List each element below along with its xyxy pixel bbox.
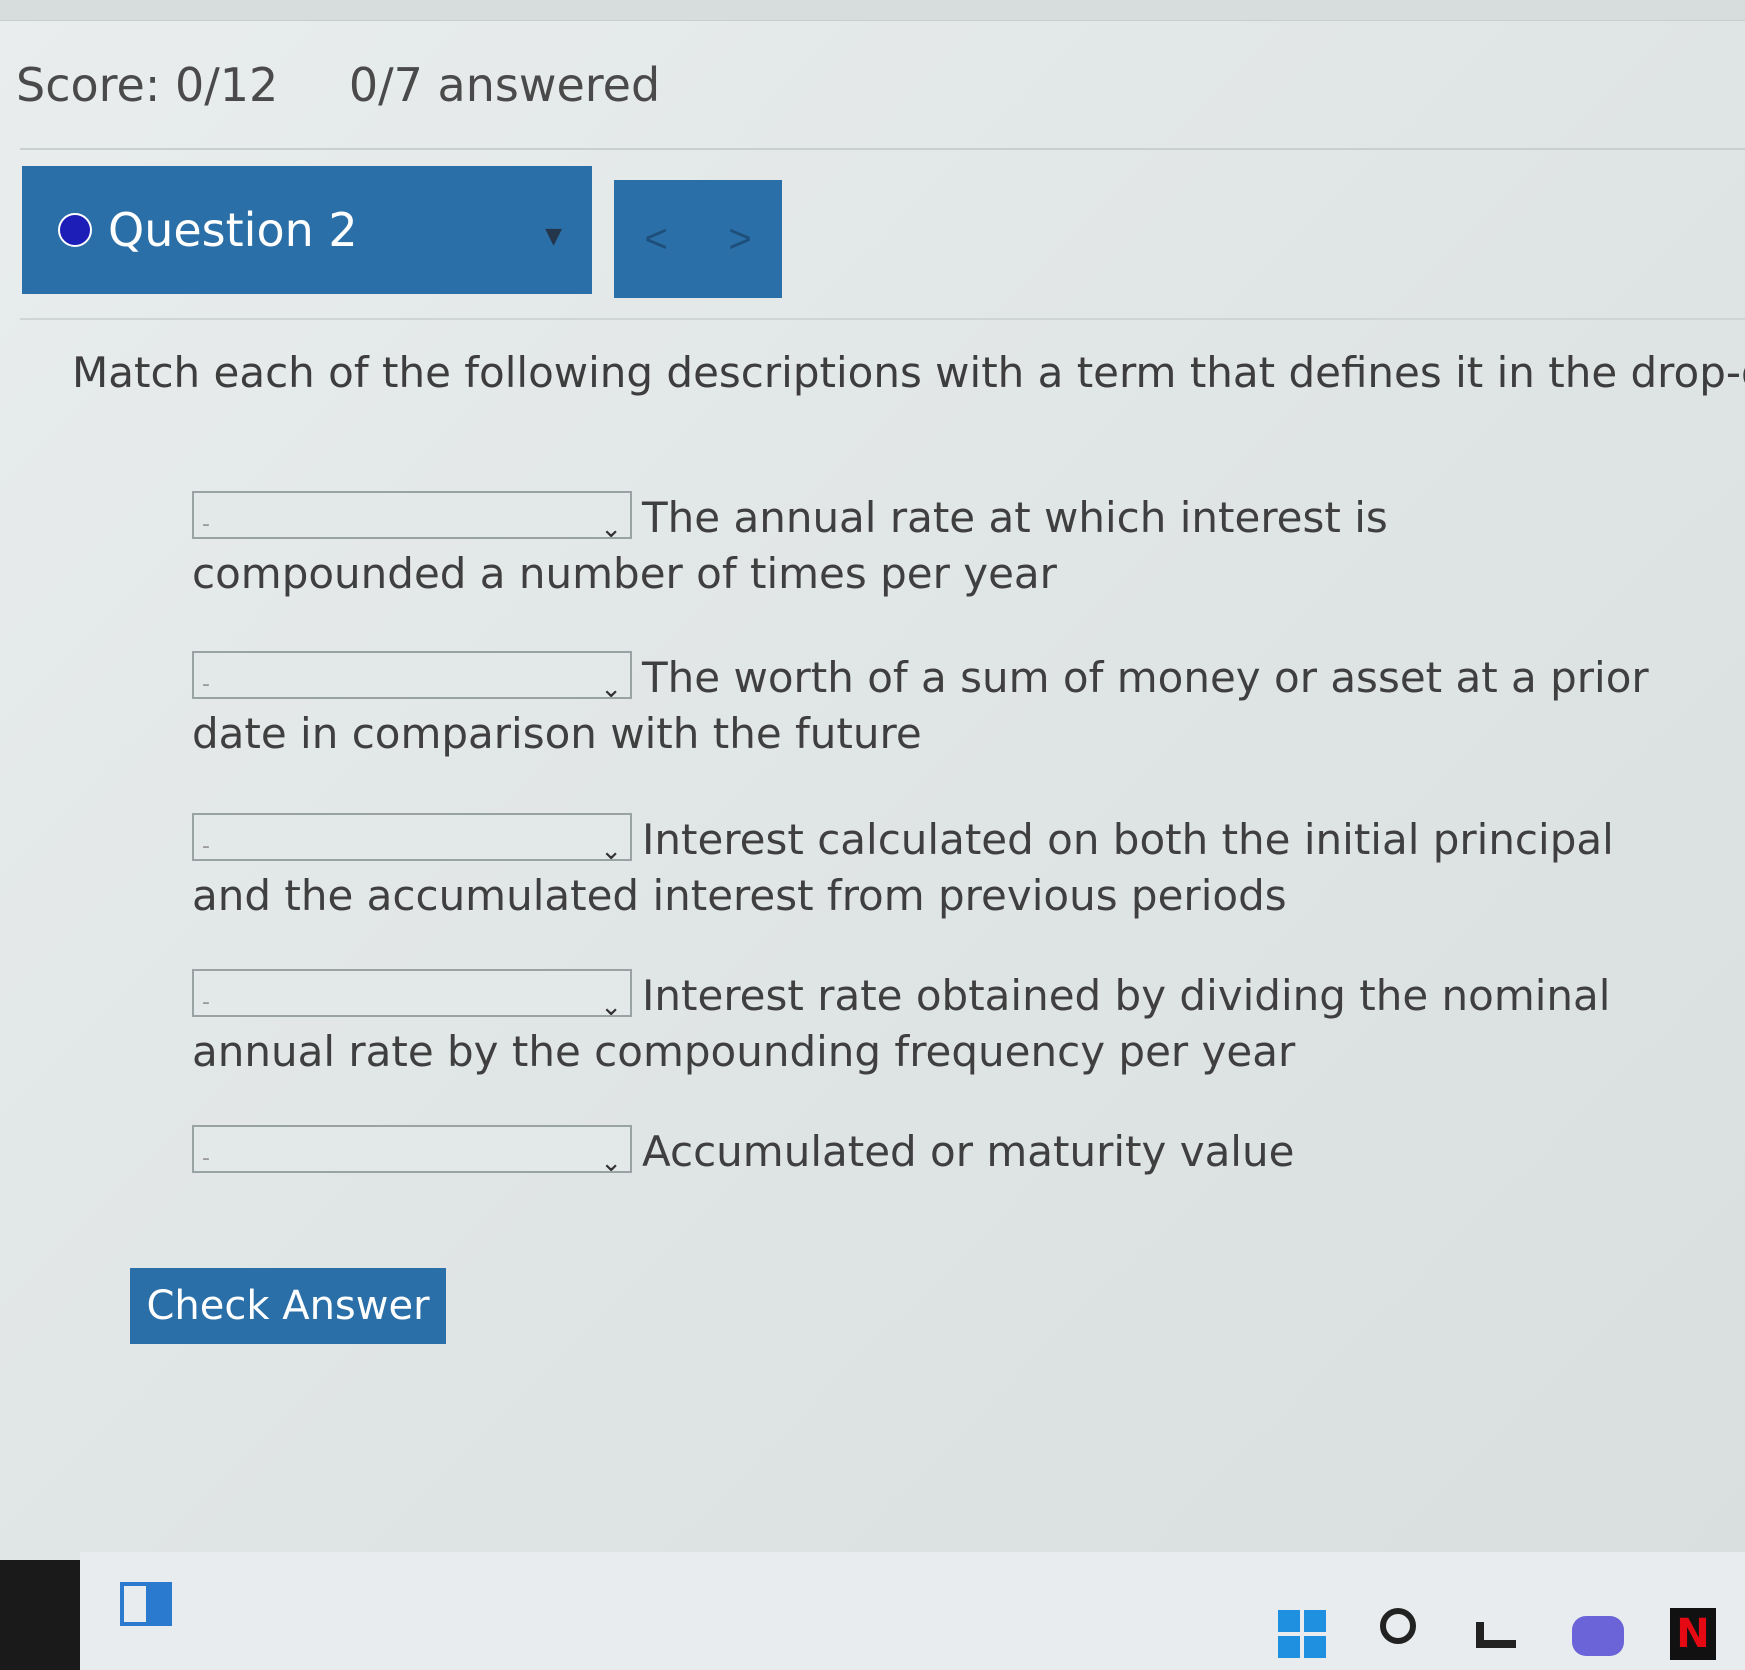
widgets-icon[interactable] [120,1582,172,1626]
taskbar: N [80,1552,1745,1670]
prev-question-button[interactable]: < [638,216,673,263]
term-dropdown-3[interactable]: - ⌄ [192,812,632,866]
question-title: Question 2 [108,203,358,257]
chevron-down-icon: ⌄ [600,513,622,544]
chat-icon[interactable] [1572,1616,1624,1656]
check-answer-button[interactable]: Check Answer [130,1268,446,1344]
description-text: Accumulated or maturity value [642,1127,1295,1176]
windows-start-icon[interactable] [1278,1610,1326,1658]
dropdown-value: - [202,1145,210,1171]
question-selector[interactable]: Question 2 ▼ [22,166,592,294]
chevron-down-icon: ⌄ [600,673,622,704]
term-dropdown-2[interactable]: - ⌄ [192,650,632,704]
chevron-down-icon: ⌄ [600,835,622,866]
dropdown-value: - [202,511,210,537]
screen: Score: 0/12 0/7 answered Question 2 ▼ < … [0,0,1745,1560]
next-question-button[interactable]: > [722,216,757,263]
term-dropdown-5[interactable]: - ⌄ [192,1124,632,1178]
score-bar: Score: 0/12 0/7 answered [16,58,660,112]
dropdown-value: - [202,989,210,1015]
match-item-2: - ⌄ The worth of a sum of money or asset… [192,650,1652,762]
match-item-1: - ⌄ The annual rate at which interest is… [192,490,1652,602]
chevron-down-icon: ⌄ [600,991,622,1022]
term-dropdown-4[interactable]: - ⌄ [192,968,632,1022]
score-text: Score: 0/12 [16,58,279,112]
file-explorer-icon[interactable] [1476,1622,1516,1648]
term-dropdown-1[interactable]: - ⌄ [192,490,632,544]
answered-count: 0/7 answered [348,58,661,112]
top-strip [0,0,1745,21]
dropdown-value: - [202,833,210,859]
divider [20,318,1745,320]
instruction-text: Match each of the following descriptions… [72,348,1745,397]
netflix-icon[interactable]: N [1670,1608,1716,1660]
question-nav: < > [614,180,782,298]
dropdown-caret-icon: ▼ [545,224,562,249]
chevron-down-icon: ⌄ [600,1147,622,1178]
match-item-5: - ⌄ Accumulated or maturity value [192,1124,1652,1180]
search-icon[interactable] [1380,1608,1416,1644]
status-dot-icon [58,213,92,247]
dropdown-value: - [202,671,210,697]
match-item-4: - ⌄ Interest rate obtained by dividing t… [192,968,1652,1080]
divider [20,148,1745,150]
match-item-3: - ⌄ Interest calculated on both the init… [192,812,1652,924]
